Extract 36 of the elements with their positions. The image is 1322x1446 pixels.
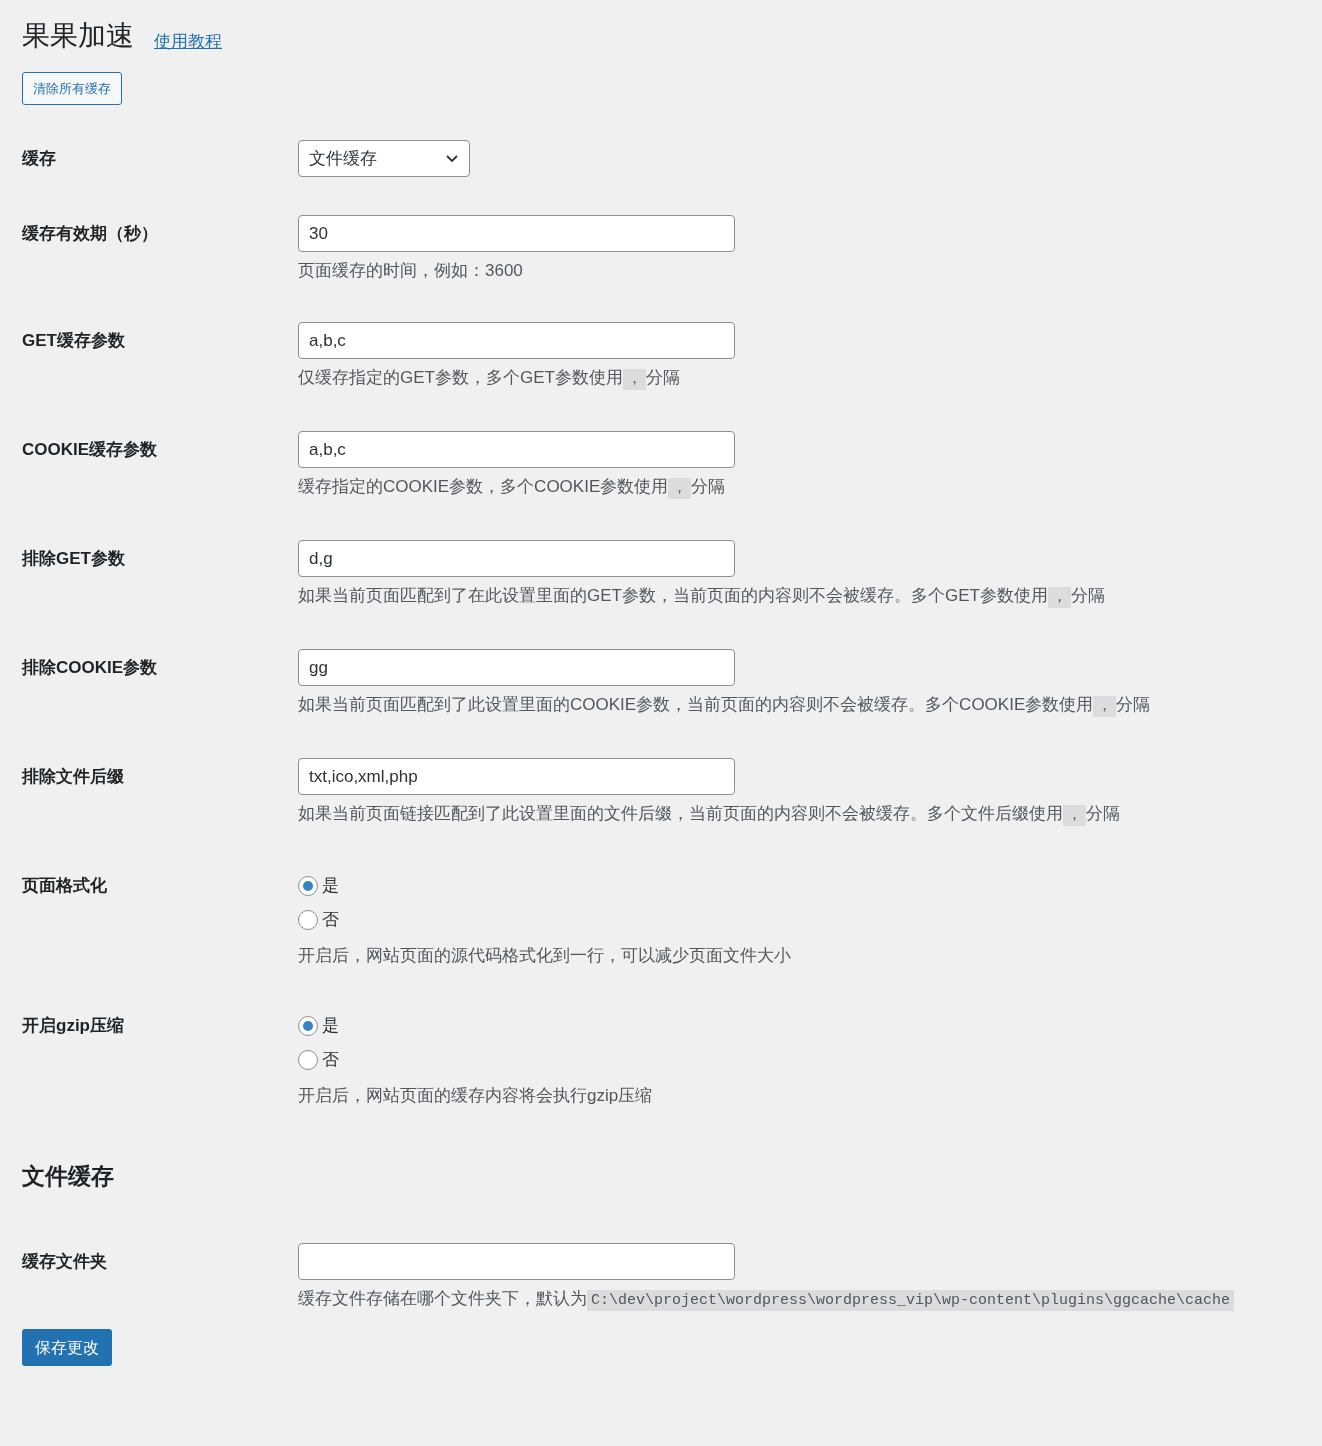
tutorial-link[interactable]: 使用教程	[154, 28, 222, 54]
text-field[interactable]: a,b,c	[298, 322, 735, 359]
field-label: 缓存有效期（秒）	[22, 224, 158, 243]
text-field[interactable]: 30	[298, 215, 735, 252]
radio-option[interactable]: 是	[298, 1009, 339, 1043]
field-description: 仅缓存指定的GET参数，多个GET参数使用 ， 分隔	[298, 367, 681, 392]
save-button[interactable]: 保存更改	[22, 1329, 112, 1366]
field-description: 如果当前页面链接匹配到了此设置里面的文件后缀，当前页面的内容则不会被缓存。多个文件后缀使用 ， 分隔	[298, 803, 1120, 828]
field-label: 开启gzip压缩	[22, 1016, 124, 1035]
field-label: 排除文件后缀	[22, 767, 124, 786]
text-field[interactable]: txt,ico,xml,php	[298, 758, 735, 795]
field-label: COOKIE缓存参数	[22, 440, 158, 459]
field-description: 缓存指定的COOKIE参数，多个COOKIE参数使用 ， 分隔	[298, 476, 727, 501]
field-description: 开启后，网站页面的源代码格式化到一行，可以减少页面文件大小	[298, 945, 791, 967]
text-field[interactable]	[298, 1243, 735, 1280]
field-label: 缓存	[22, 149, 56, 168]
text-field[interactable]: a,b,c	[298, 431, 735, 468]
radio-option[interactable]: 是	[298, 869, 339, 903]
field-label: 排除GET参数	[22, 549, 125, 568]
field-description: 如果当前页面匹配到了在此设置里面的GET参数，当前页面的内容则不会被缓存。多个GET参数使用 ， 分隔	[298, 585, 1105, 610]
field-label: 排除COOKIE参数	[22, 658, 158, 677]
field-label: 缓存文件夹	[22, 1252, 107, 1271]
section-title: 文件缓存	[22, 1162, 115, 1191]
field-description: 页面缓存的时间，例如：3600	[298, 260, 524, 282]
field-label: 页面格式化	[22, 876, 107, 895]
field-label: GET缓存参数	[22, 331, 125, 350]
page-title: 果果加速	[22, 19, 134, 53]
chevron-down-icon	[445, 153, 459, 164]
text-field[interactable]: d,g	[298, 540, 735, 577]
field-description: 如果当前页面匹配到了此设置里面的COOKIE参数，当前页面的内容则不会被缓存。多个COOKIE参数使用 ， 分隔	[298, 694, 1151, 719]
clear-cache-button[interactable]: 清除所有缓存	[22, 72, 122, 105]
cache-select[interactable]: 文件缓存	[298, 140, 470, 177]
radio-option[interactable]: 否	[298, 903, 339, 937]
text-field[interactable]: gg	[298, 649, 735, 686]
field-description: 开启后，网站页面的缓存内容将会执行gzip压缩	[298, 1085, 653, 1107]
radio-option[interactable]: 否	[298, 1043, 339, 1077]
